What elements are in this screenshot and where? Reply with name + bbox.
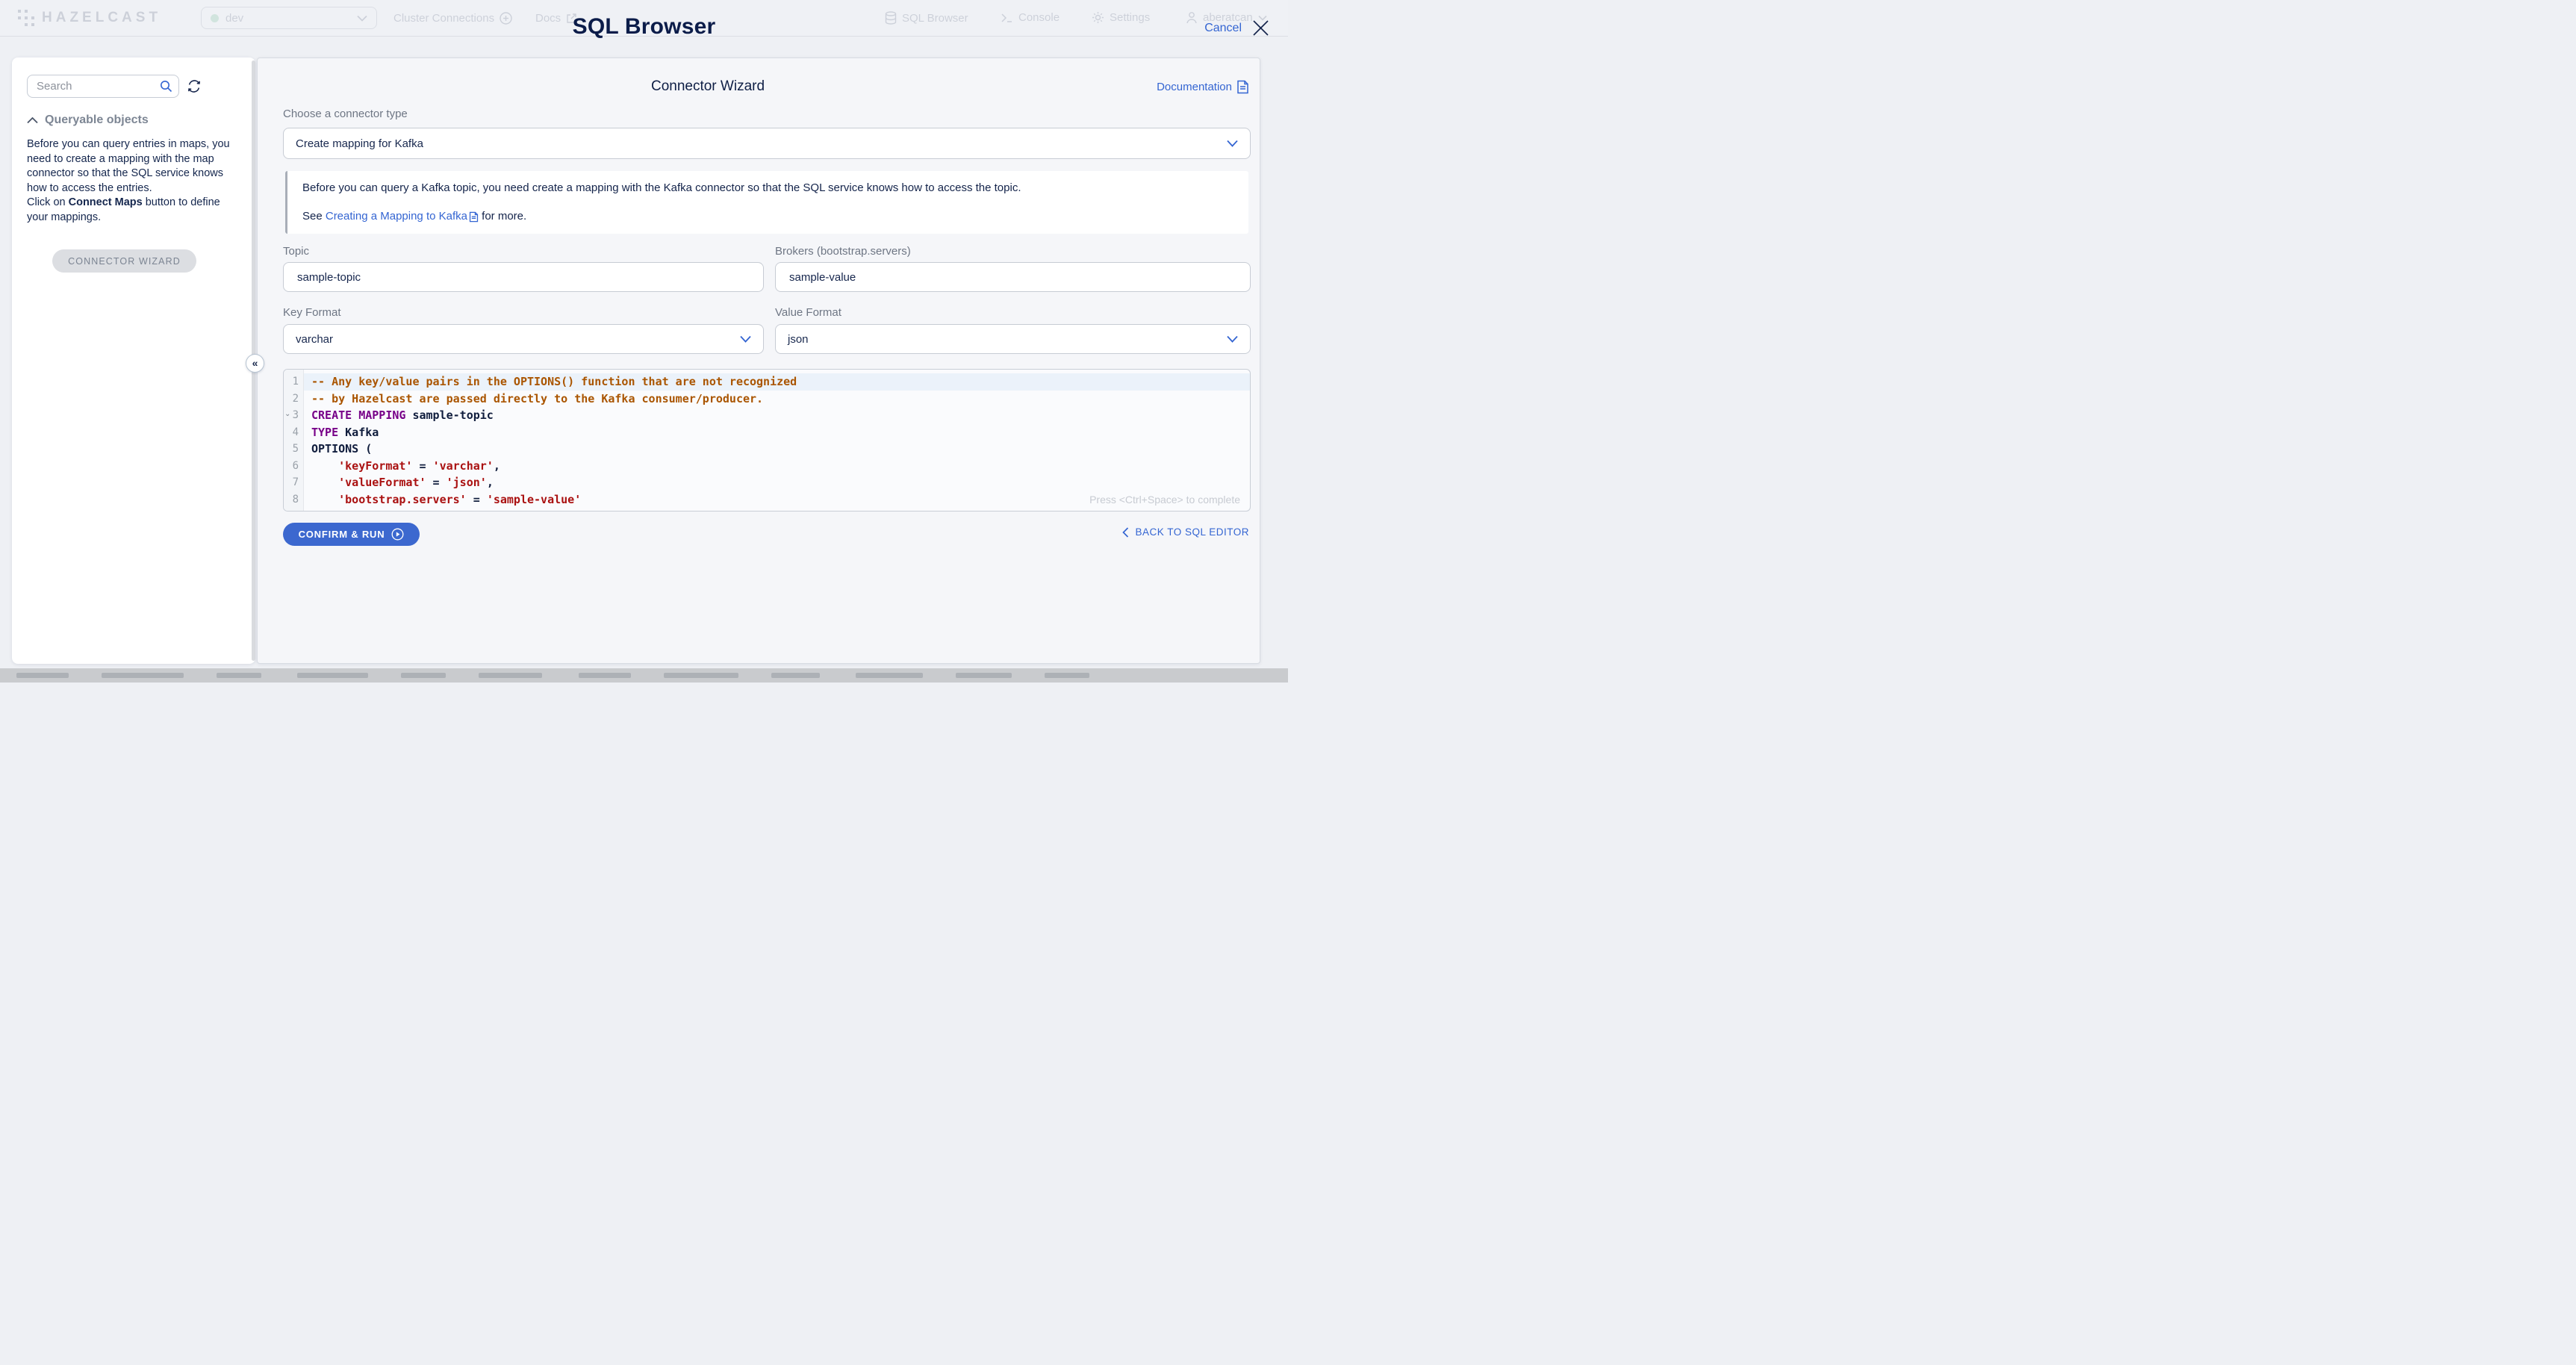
mapping-doc-link[interactable]: Creating a Mapping to Kafka bbox=[326, 209, 479, 224]
key-format-label: Key Format bbox=[283, 306, 341, 319]
value-format-select[interactable]: json bbox=[775, 324, 1251, 354]
editor-autocomplete-hint: Press <Ctrl+Space> to complete bbox=[1089, 494, 1240, 506]
connector-type-select[interactable]: Create mapping for Kafka bbox=[283, 128, 1251, 159]
value-format-label: Value Format bbox=[775, 306, 841, 319]
search-icon bbox=[160, 80, 172, 93]
chevron-left-icon bbox=[1122, 527, 1129, 538]
line-number: 8 bbox=[284, 491, 304, 509]
queryable-objects-sidebar: Queryable objects Before you can query e… bbox=[12, 57, 255, 664]
background-table-strip bbox=[0, 668, 1288, 682]
play-circle-icon bbox=[391, 528, 404, 541]
line-number: 7 bbox=[284, 474, 304, 491]
modal-title: SQL Browser bbox=[0, 14, 1288, 40]
documentation-link[interactable]: Documentation bbox=[1157, 80, 1249, 94]
info-text-2: See Creating a Mapping to Kafka for more… bbox=[302, 209, 1233, 224]
cancel-button[interactable]: Cancel bbox=[1204, 22, 1242, 35]
search-input[interactable] bbox=[27, 75, 179, 98]
line-number: 5 bbox=[284, 441, 304, 458]
document-icon bbox=[469, 211, 479, 223]
code-line: 6 'keyFormat' = 'varchar', bbox=[284, 458, 1250, 475]
line-number: 1 bbox=[284, 373, 304, 391]
chevron-down-icon bbox=[740, 335, 751, 343]
code-line: 2-- by Hazelcast are passed directly to … bbox=[284, 391, 1250, 408]
brokers-label: Brokers (bootstrap.servers) bbox=[775, 245, 911, 258]
sql-editor[interactable]: 1-- Any key/value pairs in the OPTIONS()… bbox=[283, 369, 1251, 512]
topic-input-wrapper bbox=[283, 262, 764, 292]
connector-wizard-button[interactable]: CONNECTOR WIZARD bbox=[52, 249, 196, 273]
kafka-info-box: Before you can query a Kafka topic, you … bbox=[285, 171, 1248, 234]
queryable-objects-description: Before you can query entries in maps, yo… bbox=[27, 137, 230, 225]
fold-chevron-icon[interactable]: ⌄ bbox=[284, 406, 290, 423]
key-format-select[interactable]: varchar bbox=[283, 324, 764, 354]
editor-code: 1-- Any key/value pairs in the OPTIONS()… bbox=[284, 370, 1250, 512]
code-line: 1-- Any key/value pairs in the OPTIONS()… bbox=[284, 373, 1250, 391]
code-line: 4TYPE Kafka bbox=[284, 424, 1250, 441]
wizard-title: Connector Wizard bbox=[283, 78, 1133, 95]
chevron-down-icon bbox=[1227, 335, 1238, 343]
connector-type-label: Choose a connector type bbox=[283, 108, 408, 120]
line-number: 6 bbox=[284, 458, 304, 475]
connector-wizard-panel: Connector Wizard Documentation Choose a … bbox=[257, 57, 1260, 664]
confirm-run-button[interactable]: CONFIRM & RUN bbox=[283, 523, 420, 546]
document-icon bbox=[1236, 80, 1249, 94]
chevron-up-icon bbox=[27, 117, 38, 124]
queryable-objects-title: Queryable objects bbox=[45, 114, 149, 127]
code-line: 5OPTIONS ( bbox=[284, 441, 1250, 458]
line-number: 9 bbox=[284, 508, 304, 512]
code-line: 3⌄CREATE MAPPING sample-topic bbox=[284, 407, 1250, 424]
topic-input[interactable] bbox=[296, 270, 751, 284]
back-to-sql-editor-link[interactable]: BACK TO SQL EDITOR bbox=[1122, 526, 1249, 538]
info-text: Before you can query a Kafka topic, you … bbox=[302, 181, 1233, 196]
topic-label: Topic bbox=[283, 245, 309, 258]
refresh-icon[interactable] bbox=[187, 79, 202, 93]
brokers-input-wrapper bbox=[775, 262, 1251, 292]
line-number: 2 bbox=[284, 391, 304, 408]
code-line: 9) bbox=[284, 508, 1250, 512]
line-number: 4 bbox=[284, 424, 304, 441]
close-icon[interactable] bbox=[1251, 19, 1270, 37]
line-number: 3⌄ bbox=[284, 407, 304, 424]
app-header: HAZELCAST dev Cluster Connections Docs S… bbox=[0, 0, 1288, 37]
brokers-input[interactable] bbox=[788, 270, 1238, 284]
sidebar-collapse-button[interactable]: « bbox=[246, 354, 264, 373]
chevron-down-icon bbox=[1227, 140, 1238, 147]
queryable-objects-header[interactable]: Queryable objects bbox=[27, 114, 149, 127]
code-line: 7 'valueFormat' = 'json', bbox=[284, 474, 1250, 491]
